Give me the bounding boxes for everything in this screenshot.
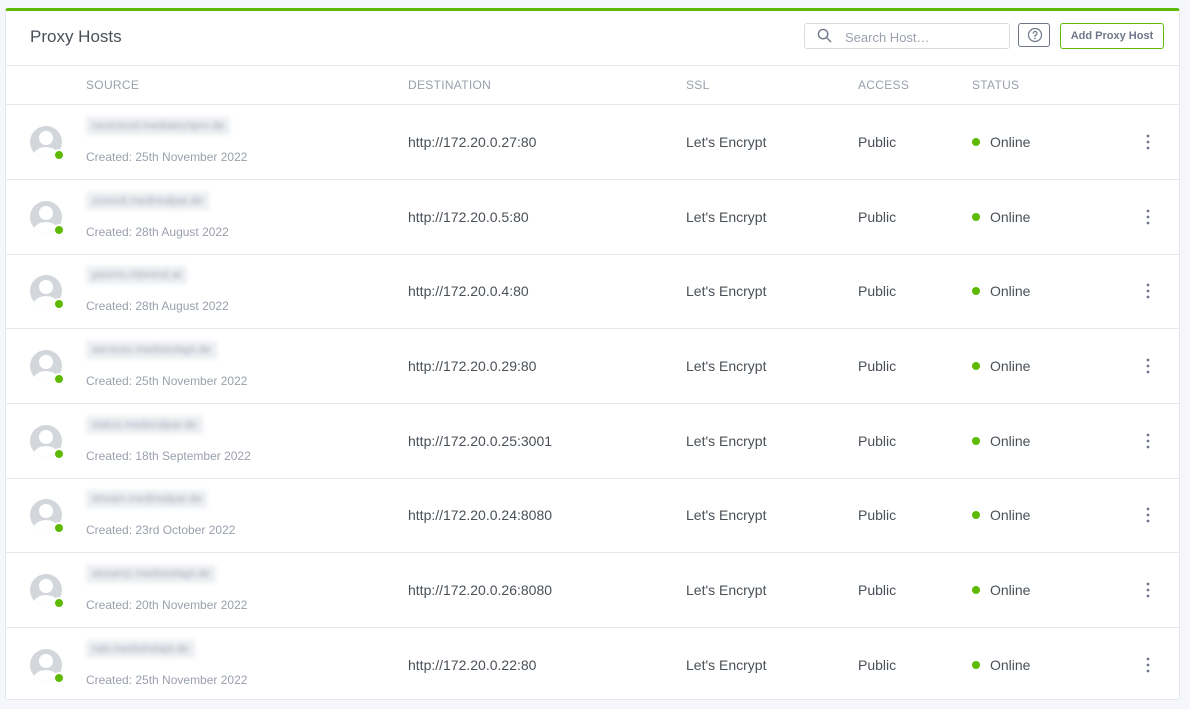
avatar-online-indicator <box>53 672 65 684</box>
destination: http://172.20.0.22:80 <box>408 657 537 673</box>
status-dot <box>972 661 980 669</box>
access-level: Public <box>858 209 897 225</box>
destination: http://172.20.0.27:80 <box>408 134 537 150</box>
access-level: Public <box>858 433 897 449</box>
more-vertical-icon[interactable] <box>1142 208 1154 226</box>
table-header: SOURCE DESTINATION SSL ACCESS STATUS <box>6 66 1179 105</box>
ssl-provider: Let's Encrypt <box>686 507 767 523</box>
table-row: rabi.medistrelapt.de Created: 25th Novem… <box>6 628 1179 702</box>
source-domain[interactable]: nextcloud.mediatechpro.de <box>86 117 231 135</box>
more-vertical-icon[interactable] <box>1142 506 1154 524</box>
source-domain[interactable]: status.medocalpar.de <box>86 416 203 434</box>
table-row: stream.medirealpar.de Created: 23rd Octo… <box>6 478 1179 553</box>
created-date: Created: 28th August 2022 <box>86 299 229 313</box>
more-vertical-icon[interactable] <box>1142 656 1154 674</box>
status-dot <box>972 511 980 519</box>
search-box[interactable] <box>804 23 1010 49</box>
column-header-access[interactable]: ACCESS <box>858 78 909 92</box>
created-date: Created: 18th September 2022 <box>86 449 251 463</box>
avatar-online-indicator <box>53 522 65 534</box>
source-domain[interactable]: rabi.medistrelapt.de <box>86 640 195 658</box>
more-vertical-icon[interactable] <box>1142 357 1154 375</box>
more-vertical-icon[interactable] <box>1142 432 1154 450</box>
status-dot <box>972 138 980 146</box>
ssl-provider: Let's Encrypt <box>686 657 767 673</box>
created-date: Created: 25th November 2022 <box>86 673 248 687</box>
avatar-online-indicator <box>53 149 65 161</box>
access-level: Public <box>858 657 897 673</box>
destination: http://172.20.0.26:8080 <box>408 582 553 598</box>
column-header-destination[interactable]: DESTINATION <box>408 78 491 92</box>
destination: http://172.20.0.5:80 <box>408 209 529 225</box>
created-date: Created: 25th November 2022 <box>86 150 248 164</box>
table-row: stream2.medistrelapt.de Created: 20th No… <box>6 553 1179 628</box>
help-icon <box>1027 27 1043 43</box>
ssl-provider: Let's Encrypt <box>686 582 767 598</box>
destination: http://172.20.0.4:80 <box>408 283 529 299</box>
ssl-provider: Let's Encrypt <box>686 209 767 225</box>
access-level: Public <box>858 283 897 299</box>
avatar-online-indicator <box>53 373 65 385</box>
proxy-hosts-card: Proxy Hosts Add Proxy Host SOURCE DESTIN… <box>5 8 1180 700</box>
status-text: Online <box>990 657 1031 673</box>
search-input[interactable] <box>843 26 1007 48</box>
ssl-provider: Let's Encrypt <box>686 134 767 150</box>
avatar-online-indicator <box>53 448 65 460</box>
more-vertical-icon[interactable] <box>1142 133 1154 151</box>
avatar-online-indicator <box>53 597 65 609</box>
source-domain[interactable]: services.medistrelapt.de <box>86 341 217 359</box>
status-dot <box>972 213 980 221</box>
avatar-online-indicator <box>53 298 65 310</box>
access-level: Public <box>858 134 897 150</box>
status-dot <box>972 362 980 370</box>
access-level: Public <box>858 582 897 598</box>
help-button[interactable] <box>1018 23 1050 47</box>
status-text: Online <box>990 507 1031 523</box>
ssl-provider: Let's Encrypt <box>686 358 767 374</box>
source-domain[interactable]: peomo.mbirend.at <box>86 266 187 284</box>
column-header-status[interactable]: STATUS <box>972 78 1019 92</box>
table-row: peomo.mbirend.at Created: 28th August 20… <box>6 254 1179 329</box>
created-date: Created: 20th November 2022 <box>86 598 248 612</box>
status-text: Online <box>990 134 1031 150</box>
access-level: Public <box>858 507 897 523</box>
status-text: Online <box>990 582 1031 598</box>
page-title: Proxy Hosts <box>30 27 122 46</box>
more-vertical-icon[interactable] <box>1142 282 1154 300</box>
source-domain[interactable]: stream2.medistrelapt.de <box>86 565 216 583</box>
source-domain[interactable]: zoosuit.medirealpar.de <box>86 192 209 210</box>
created-date: Created: 23rd October 2022 <box>86 523 236 537</box>
table-row: nextcloud.mediatechpro.de Created: 25th … <box>6 105 1179 180</box>
status-text: Online <box>990 209 1031 225</box>
avatar-online-indicator <box>53 224 65 236</box>
status-dot <box>972 586 980 594</box>
status-dot <box>972 287 980 295</box>
status-text: Online <box>990 433 1031 449</box>
status-text: Online <box>990 358 1031 374</box>
add-proxy-host-button[interactable]: Add Proxy Host <box>1060 23 1164 49</box>
destination: http://172.20.0.29:80 <box>408 358 537 374</box>
source-domain[interactable]: stream.medirealpar.de <box>86 490 208 508</box>
column-header-ssl[interactable]: SSL <box>686 78 710 92</box>
status-text: Online <box>990 283 1031 299</box>
access-level: Public <box>858 358 897 374</box>
created-date: Created: 28th August 2022 <box>86 225 229 239</box>
created-date: Created: 25th November 2022 <box>86 374 248 388</box>
column-header-source[interactable]: SOURCE <box>86 78 139 92</box>
ssl-provider: Let's Encrypt <box>686 433 767 449</box>
destination: http://172.20.0.25:3001 <box>408 433 553 449</box>
more-vertical-icon[interactable] <box>1142 581 1154 599</box>
search-icon <box>817 28 832 43</box>
ssl-provider: Let's Encrypt <box>686 283 767 299</box>
destination: http://172.20.0.24:8080 <box>408 507 553 523</box>
table-row: zoosuit.medirealpar.de Created: 28th Aug… <box>6 180 1179 255</box>
table-row: services.medistrelapt.de Created: 25th N… <box>6 329 1179 404</box>
card-header: Proxy Hosts Add Proxy Host <box>6 11 1179 66</box>
status-dot <box>972 437 980 445</box>
table-row: status.medocalpar.de Created: 18th Septe… <box>6 404 1179 479</box>
